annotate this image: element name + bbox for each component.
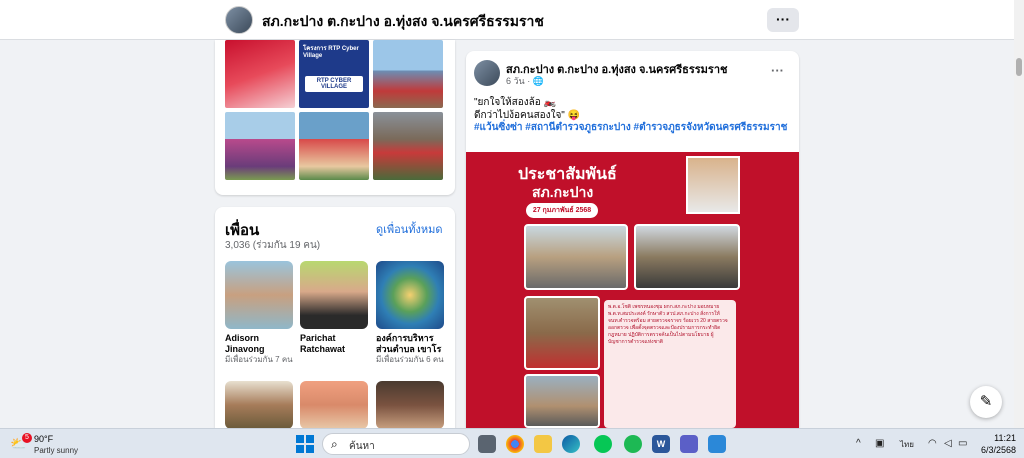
line-icon[interactable] — [594, 435, 612, 453]
friend-card[interactable]: Adisorn Jinavong มีเพื่อนร่วมกัน 7 คน — [225, 261, 293, 365]
friends-card: เพื่อน ดูเพื่อนทั้งหมด 3,036 (ร่วมกัน 19… — [215, 207, 455, 437]
photo-thumbnail[interactable] — [225, 40, 295, 108]
clock-date: 6/3/2568 — [980, 445, 1016, 455]
chrome-icon[interactable] — [506, 435, 524, 453]
banner-photo — [524, 296, 600, 370]
clock-time: 11:21 — [994, 433, 1016, 443]
photos-card: โครงการ RTP Cyber Village RTP CYBER VILL… — [215, 40, 455, 195]
friends-count: 3,036 (ร่วมกัน 19 คน) — [225, 240, 321, 251]
photo-thumbnail[interactable] — [373, 112, 443, 180]
post-image[interactable]: ประชาสัมพันธ์ สภ.กะปาง 27 กุมภาพันธ์ 256… — [466, 152, 799, 428]
scrollbar-thumb[interactable] — [1016, 58, 1022, 76]
system-clock[interactable]: 11:21 6/3/2568 — [976, 432, 1016, 456]
friend-photo[interactable] — [300, 381, 368, 429]
officer-portrait — [686, 156, 740, 214]
post-more-button[interactable]: ··· — [771, 63, 784, 78]
task-view-icon[interactable] — [478, 435, 496, 453]
photo-thumbnail[interactable] — [299, 112, 369, 180]
photo-thumbnail[interactable]: โครงการ RTP Cyber Village RTP CYBER VILL… — [299, 40, 369, 108]
see-all-friends-link[interactable]: ดูเพื่อนทั้งหมด — [376, 220, 443, 238]
banner-photo — [524, 224, 628, 290]
friend-photo[interactable] — [300, 261, 368, 329]
start-button[interactable] — [296, 435, 314, 453]
file-explorer-icon[interactable] — [534, 435, 552, 453]
friend-name[interactable]: Adisorn Jinavong — [225, 333, 293, 355]
post-hashtags[interactable]: #แว้นซิ่งซ่า #สถานีตำรวจภูธรกะปาง #ตำรวจ… — [474, 121, 794, 134]
app-icon[interactable] — [708, 435, 726, 453]
taskbar: ⛅ 5 90°F Partly sunny ⌕ ค้นหา W ^ ▣ ไทย … — [0, 428, 1024, 458]
friend-photo[interactable] — [376, 261, 444, 329]
banner-photo — [634, 224, 740, 290]
edit-icon[interactable]: ✎ — [970, 386, 1002, 418]
friend-card[interactable]: Parichat Ratchawat — [300, 261, 368, 355]
teams-icon[interactable] — [680, 435, 698, 453]
header-more-button[interactable]: ··· — [767, 8, 799, 32]
speaker-icon[interactable]: ◁ — [944, 438, 952, 449]
word-icon[interactable]: W — [652, 435, 670, 453]
photo-thumbnail[interactable] — [225, 112, 295, 180]
photo-banner-title: โครงการ RTP Cyber Village — [303, 46, 359, 59]
search-placeholder: ค้นหา — [349, 441, 375, 452]
weather-badge: 5 — [22, 433, 32, 443]
post-timestamp[interactable]: 6 วัน · 🌐 — [506, 74, 544, 88]
banner-date: 27 กุมภาพันธ์ 2568 — [526, 203, 598, 218]
banner-subtitle: สภ.กะปาง — [532, 184, 594, 200]
chevron-up-icon[interactable]: ^ — [856, 438, 861, 449]
page-header: สภ.กะปาง ต.กะปาง อ.ทุ่งสง จ.นครศรีธรรมรา… — [0, 0, 1014, 40]
friend-name[interactable]: องค์การบริหารส่วนตำบล เขาโร — [376, 333, 444, 355]
photo-label: RTP CYBER VILLAGE — [305, 76, 363, 92]
friend-card[interactable] — [376, 381, 444, 429]
weather-condition: Partly sunny — [34, 446, 79, 455]
friend-photo[interactable] — [225, 381, 293, 429]
photo-thumbnail[interactable] — [373, 40, 443, 108]
weather-temperature: 90°F — [34, 434, 54, 444]
tray-app-icon[interactable]: ▣ — [875, 438, 884, 449]
spotify-icon[interactable] — [624, 435, 642, 453]
banner-photo — [524, 374, 600, 428]
friend-mutual: มีเพื่อนร่วมกัน 6 คน — [376, 355, 444, 364]
page-avatar[interactable] — [225, 6, 253, 34]
banner-body-text: พ.ต.อ.โชติ เพชรหนองชุม ผกก.สภ.กะปาง มอบห… — [604, 300, 736, 428]
language-indicator[interactable]: ไทย — [900, 438, 914, 451]
post-card: สภ.กะปาง ต.กะปาง อ.ทุ่งสง จ.นครศรีธรรมรา… — [466, 51, 799, 428]
vertical-scrollbar[interactable] — [1014, 0, 1024, 428]
search-icon: ⌕ — [331, 437, 338, 451]
friend-mutual: มีเพื่อนร่วมกัน 7 คน — [225, 355, 293, 364]
page-title[interactable]: สภ.กะปาง ต.กะปาง อ.ทุ่งสง จ.นครศรีธรรมรา… — [262, 11, 544, 33]
friend-name[interactable]: Parichat Ratchawat — [300, 333, 368, 355]
post-author-avatar[interactable] — [474, 60, 500, 86]
friend-card[interactable] — [300, 381, 368, 429]
friend-photo[interactable] — [376, 381, 444, 429]
friend-card[interactable] — [225, 381, 293, 429]
friend-photo[interactable] — [225, 261, 293, 329]
edge-icon[interactable] — [562, 435, 580, 453]
taskbar-search[interactable]: ⌕ ค้นหา — [322, 433, 470, 455]
wifi-icon[interactable]: ◠ — [928, 438, 937, 449]
friend-card[interactable]: องค์การบริหารส่วนตำบล เขาโร มีเพื่อนร่วม… — [376, 261, 444, 365]
battery-icon[interactable]: ▭ — [958, 438, 967, 449]
